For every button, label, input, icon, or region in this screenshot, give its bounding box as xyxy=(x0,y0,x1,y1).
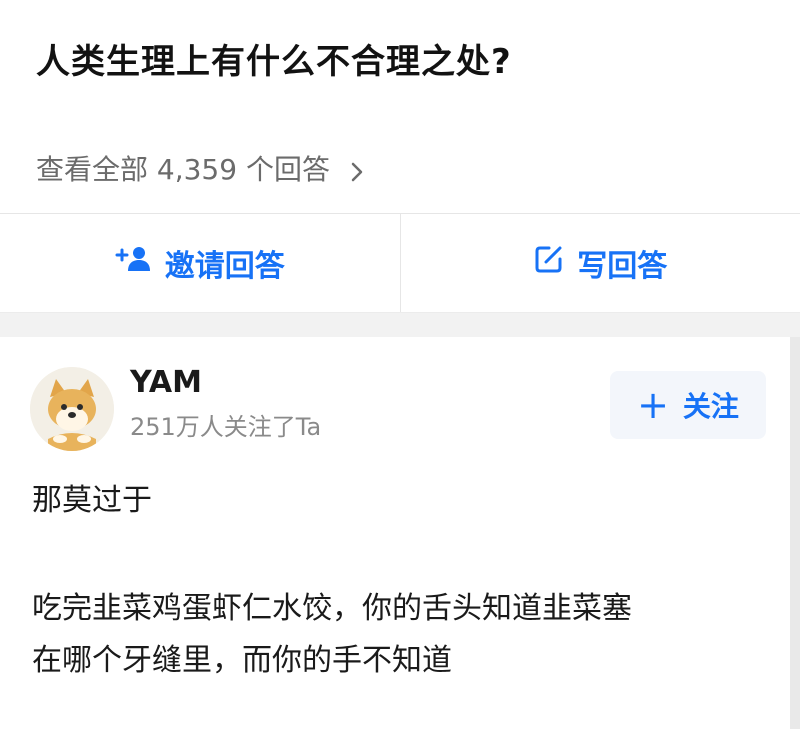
edit-icon xyxy=(533,243,577,283)
write-answer-button[interactable]: 写回答 xyxy=(401,214,800,312)
add-person-icon xyxy=(115,244,165,282)
author-name[interactable]: YAM xyxy=(130,365,202,400)
view-all-answers-link[interactable]: 查看全部 4,359 个回答 xyxy=(36,148,368,188)
answer-paragraph: 那莫过于 xyxy=(32,475,152,527)
follow-button[interactable]: + 关注 xyxy=(610,371,766,439)
write-answer-label: 写回答 xyxy=(577,241,667,285)
invite-answer-label: 邀请回答 xyxy=(165,241,285,285)
follow-label: 关注 xyxy=(683,385,739,425)
plus-icon: + xyxy=(637,386,669,424)
doge-avatar-icon[interactable] xyxy=(30,367,114,451)
view-all-answers-label: 查看全部 4,359 个回答 xyxy=(36,148,330,188)
section-gap xyxy=(0,313,800,337)
question-section: 人类生理上有什么不合理之处? 查看全部 4,359 个回答 xyxy=(0,0,800,214)
chevron-right-icon xyxy=(346,157,368,179)
answer-actions-bar: 邀请回答 写回答 xyxy=(0,214,800,313)
follower-count: 251万人关注了Ta xyxy=(130,407,321,442)
invite-answer-button[interactable]: 邀请回答 xyxy=(0,214,400,312)
question-title[interactable]: 人类生理上有什么不合理之处? xyxy=(36,34,512,83)
answer-paragraph: 吃完韭菜鸡蛋虾仁水饺，你的舌头知道韭菜塞 xyxy=(32,583,632,635)
answer-card: YAM 251万人关注了Ta + 关注 那莫过于 吃完韭菜鸡蛋虾仁水饺，你的舌头… xyxy=(0,337,800,729)
answer-paragraph: 在哪个牙缝里，而你的手不知道 xyxy=(32,635,452,687)
